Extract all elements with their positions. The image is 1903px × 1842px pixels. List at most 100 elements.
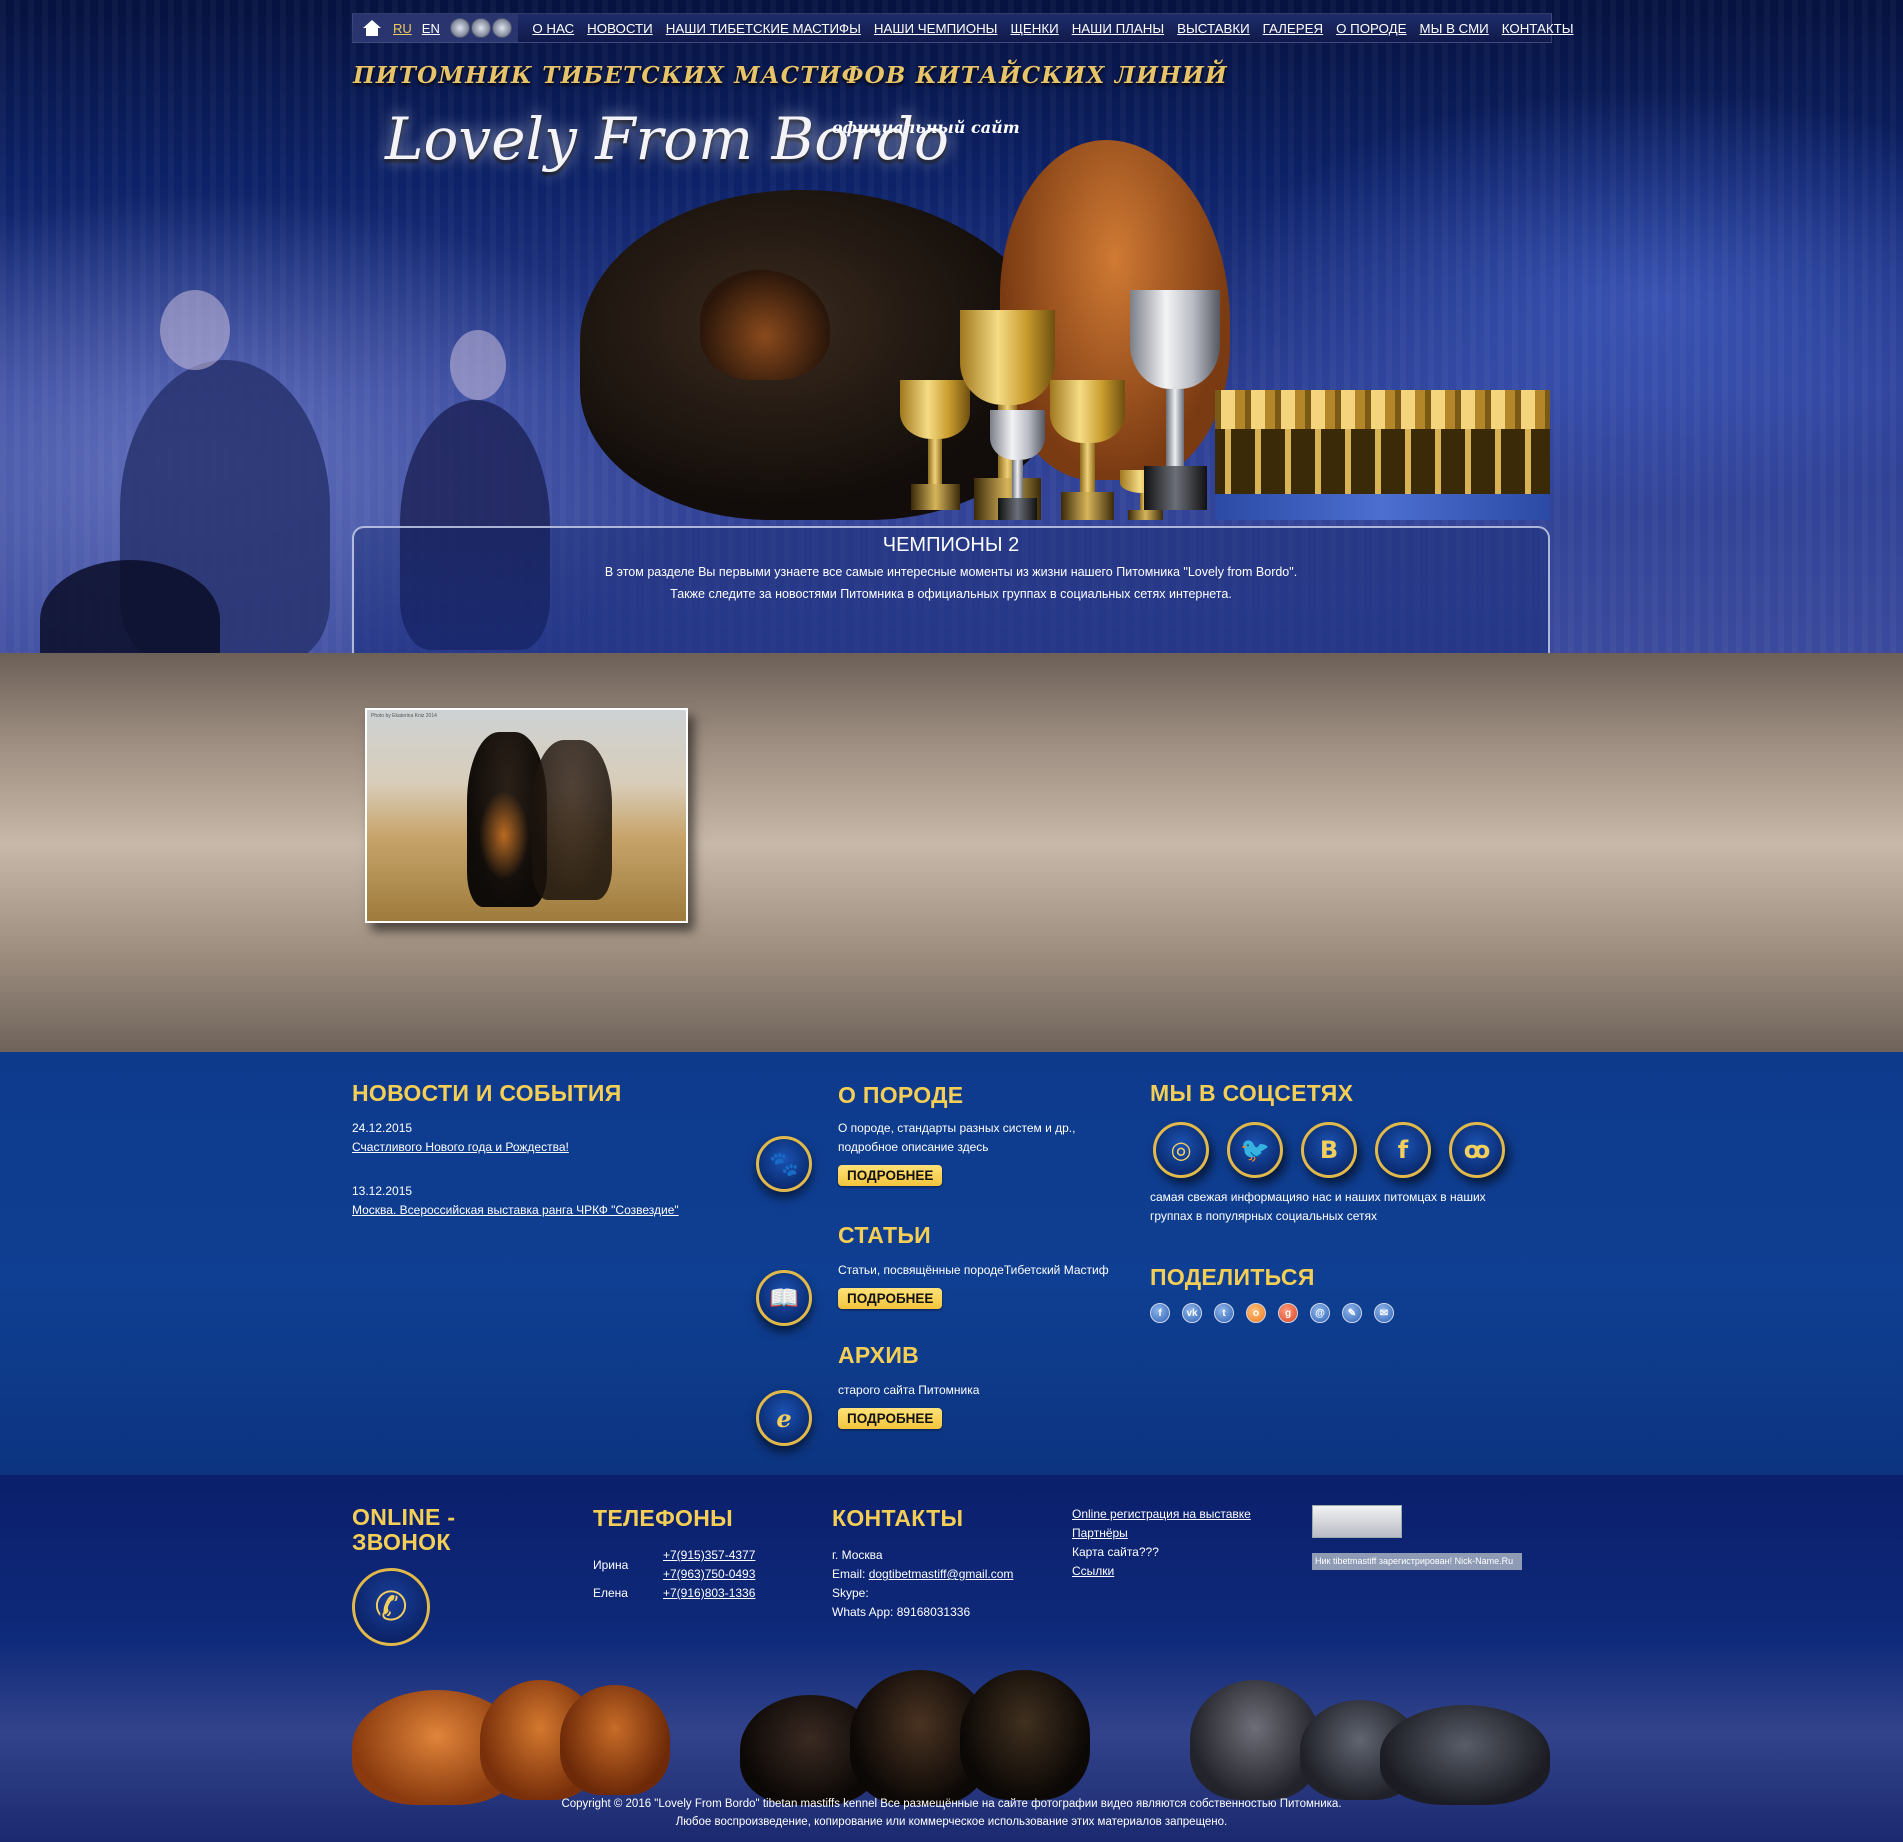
- nav-news[interactable]: НОВОСТИ: [581, 21, 660, 36]
- contact-email-row: Email: dogtibetmastiff@gmail.com: [832, 1565, 1052, 1584]
- nav-puppies[interactable]: ЩЕНКИ: [1004, 21, 1065, 36]
- copyright: Copyright © 2016 "Lovely From Bordo" tib…: [0, 1795, 1903, 1831]
- phone-number[interactable]: +7(963)750-0493: [663, 1565, 755, 1584]
- breed-block: О ПОРОДЕ О породе, стандарты разных сист…: [838, 1082, 1138, 1186]
- footer-link-partners[interactable]: Партнёры: [1072, 1524, 1302, 1543]
- archive-more-button[interactable]: ПОДРОБНЕЕ: [838, 1408, 943, 1429]
- email-share-icon[interactable]: ✉: [1374, 1303, 1394, 1323]
- odnoklassniki-icon[interactable]: ꝏ: [1449, 1122, 1505, 1178]
- odnoklassniki-share-icon[interactable]: o: [1246, 1303, 1266, 1323]
- header-banner: ПИТОМНИК ТИБЕТСКИХ МАСТИФОВ КИТАЙСКИХ ЛИ…: [0, 0, 1903, 653]
- footer-link-show-registration[interactable]: Online регистрация на выставке: [1072, 1505, 1302, 1524]
- nav-shows[interactable]: ВЫСТАВКИ: [1171, 21, 1257, 36]
- online-call-title: ONLINE - ЗВОНОК: [352, 1505, 455, 1555]
- book-icon: 📖: [756, 1270, 812, 1326]
- intro-line-1: В этом разделе Вы первыми узнаете все са…: [604, 565, 1298, 579]
- breed-text-1: О породе, стандарты разных систем и др.,: [838, 1121, 1076, 1135]
- nav-champions[interactable]: НАШИ ЧЕМПИОНЫ: [867, 21, 1004, 36]
- online-call-title-line-1: ONLINE -: [352, 1504, 456, 1530]
- articles-more-button[interactable]: ПОДРОБНЕЕ: [838, 1288, 943, 1309]
- nav-contacts[interactable]: КОНТАКТЫ: [1495, 21, 1580, 36]
- site-logo[interactable]: Lovely From Bordo: [385, 105, 949, 173]
- medal-icon: [449, 18, 470, 38]
- content-area: Photo by Ekaterina Kniz 2014: [0, 653, 1903, 1052]
- page-title: ЧЕМПИОНЫ 2: [882, 534, 1020, 556]
- social-icons: ◎ 🐦 B f ꝏ: [1153, 1122, 1550, 1178]
- lang-badges: [449, 18, 512, 38]
- archive-text: старого сайта Питомника: [838, 1383, 980, 1397]
- photo-caption: Photo by Ekaterina Kniz 2014: [371, 713, 437, 719]
- lang-en[interactable]: EN: [422, 21, 440, 36]
- trophy-silver-big: [1130, 290, 1220, 510]
- copyright-line-1: Copyright © 2016 "Lovely From Bordo" tib…: [561, 1798, 1342, 1810]
- facebook-share-icon[interactable]: f: [1150, 1303, 1170, 1323]
- nav-our-mastiffs[interactable]: НАШИ ТИБЕТСКИЕ МАСТИФЫ: [659, 21, 867, 36]
- footer-link-links[interactable]: Ссылки: [1072, 1562, 1302, 1581]
- phone-number[interactable]: +7(916)803-1336: [663, 1584, 755, 1603]
- phone-contact-name: Елена: [593, 1586, 628, 1600]
- visit-counter-badge[interactable]: [1312, 1505, 1402, 1538]
- footer: ONLINE - ЗВОНОК ✆ ТЕЛЕФОНЫ Ирина +7(915)…: [0, 1475, 1903, 1842]
- online-call-block: ONLINE - ЗВОНОК: [352, 1505, 455, 1555]
- champion-photo-thumbnail[interactable]: Photo by Ekaterina Kniz 2014: [365, 708, 688, 923]
- contact-email-link[interactable]: dogtibetmastiff@gmail.com: [869, 1567, 1014, 1581]
- phone-number[interactable]: +7(915)357-4377: [663, 1546, 755, 1565]
- news-link[interactable]: Счастливого Нового года и Рождества!: [352, 1138, 682, 1157]
- news-link[interactable]: Москва. Всероссийская выставка ранга ЧРК…: [352, 1201, 682, 1220]
- puppy-red-3: [560, 1685, 670, 1795]
- nav-about[interactable]: О НАС: [526, 21, 581, 36]
- facebook-icon[interactable]: f: [1375, 1122, 1431, 1178]
- footer-links: Online регистрация на выставке Партнёры …: [1072, 1505, 1302, 1581]
- lang-switcher: RU EN: [353, 14, 518, 42]
- phones-block: ТЕЛЕФОНЫ Ирина +7(915)357-4377 +7(963)75…: [593, 1505, 793, 1603]
- vk-share-icon[interactable]: vk: [1182, 1303, 1202, 1323]
- twitter-share-icon[interactable]: t: [1214, 1303, 1234, 1323]
- background-person-woman-head: [450, 330, 506, 400]
- instagram-icon[interactable]: ◎: [1153, 1122, 1209, 1178]
- trophy-silver-1: [990, 410, 1045, 520]
- mailru-share-icon[interactable]: @: [1310, 1303, 1330, 1323]
- news-column: НОВОСТИ И СОБЫТИЯ 24.12.2015 Счастливого…: [352, 1080, 682, 1220]
- contact-whatsapp: Whats App: 89168031336: [832, 1605, 971, 1619]
- puppy-grey-3: [1380, 1705, 1550, 1805]
- social-text-1: самая свежая информацияо нас и наших пит…: [1150, 1190, 1486, 1204]
- intro-panel: ЧЕМПИОНЫ 2 В этом разделе Вы первыми узн…: [352, 526, 1550, 653]
- lang-ru[interactable]: RU: [393, 21, 412, 36]
- photo-dog-tan-markings: [479, 790, 529, 880]
- social-title: МЫ В СОЦСЕТЯХ: [1150, 1080, 1354, 1106]
- archive-block: АРХИВ старого сайта Питомника ПОДРОБНЕЕ: [838, 1342, 1138, 1429]
- breed-text-2: подробное описание здесь: [838, 1140, 989, 1154]
- background-person-man-head: [160, 290, 230, 370]
- share-title: ПОДЕЛИТЬСЯ: [1150, 1264, 1315, 1290]
- news-date: 24.12.2015: [352, 1121, 413, 1135]
- vk-icon[interactable]: B: [1301, 1122, 1357, 1178]
- phone-call-icon[interactable]: ✆: [352, 1568, 430, 1646]
- main-menu: О НАС НОВОСТИ НАШИ ТИБЕТСКИЕ МАСТИФЫ НАШ…: [526, 21, 1580, 36]
- photo-dog-second: [532, 740, 612, 900]
- trophy-row: [1215, 390, 1550, 520]
- home-icon[interactable]: [363, 20, 381, 36]
- nav-media[interactable]: МЫ В СМИ: [1413, 21, 1495, 36]
- articles-title: СТАТЬИ: [838, 1222, 932, 1248]
- official-site-label: официальный сайт: [832, 118, 1020, 137]
- contact-city: г. Москва: [832, 1548, 883, 1562]
- archive-title: АРХИВ: [838, 1342, 920, 1368]
- footer-sitemap-label: Карта сайта???: [1072, 1545, 1159, 1559]
- phone-row: Елена +7(916)803-1336: [593, 1584, 793, 1603]
- nick-name-badge[interactable]: Ник tibetmastiff зарегистрирован! Nick-N…: [1312, 1553, 1522, 1570]
- trophy-gold-3: [1050, 380, 1125, 520]
- info-section: НОВОСТИ И СОБЫТИЯ 24.12.2015 Счастливого…: [0, 1052, 1903, 1475]
- contact-email-label: Email:: [832, 1567, 866, 1581]
- nav-gallery[interactable]: ГАЛЕРЕЯ: [1256, 21, 1329, 36]
- livejournal-share-icon[interactable]: ✎: [1342, 1303, 1362, 1323]
- contacts-title: КОНТАКТЫ: [832, 1505, 964, 1531]
- googleplus-share-icon[interactable]: g: [1278, 1303, 1298, 1323]
- paw-icon: 🐾: [756, 1136, 812, 1192]
- nav-breed[interactable]: О ПОРОДЕ: [1330, 21, 1413, 36]
- breed-more-button[interactable]: ПОДРОБНЕЕ: [838, 1165, 943, 1186]
- phone-contact-name: Ирина: [593, 1558, 629, 1572]
- internet-explorer-icon: e: [756, 1390, 812, 1446]
- nav-plans[interactable]: НАШИ ПЛАНЫ: [1065, 21, 1170, 36]
- phones-title: ТЕЛЕФОНЫ: [593, 1505, 733, 1531]
- twitter-icon[interactable]: 🐦: [1227, 1122, 1283, 1178]
